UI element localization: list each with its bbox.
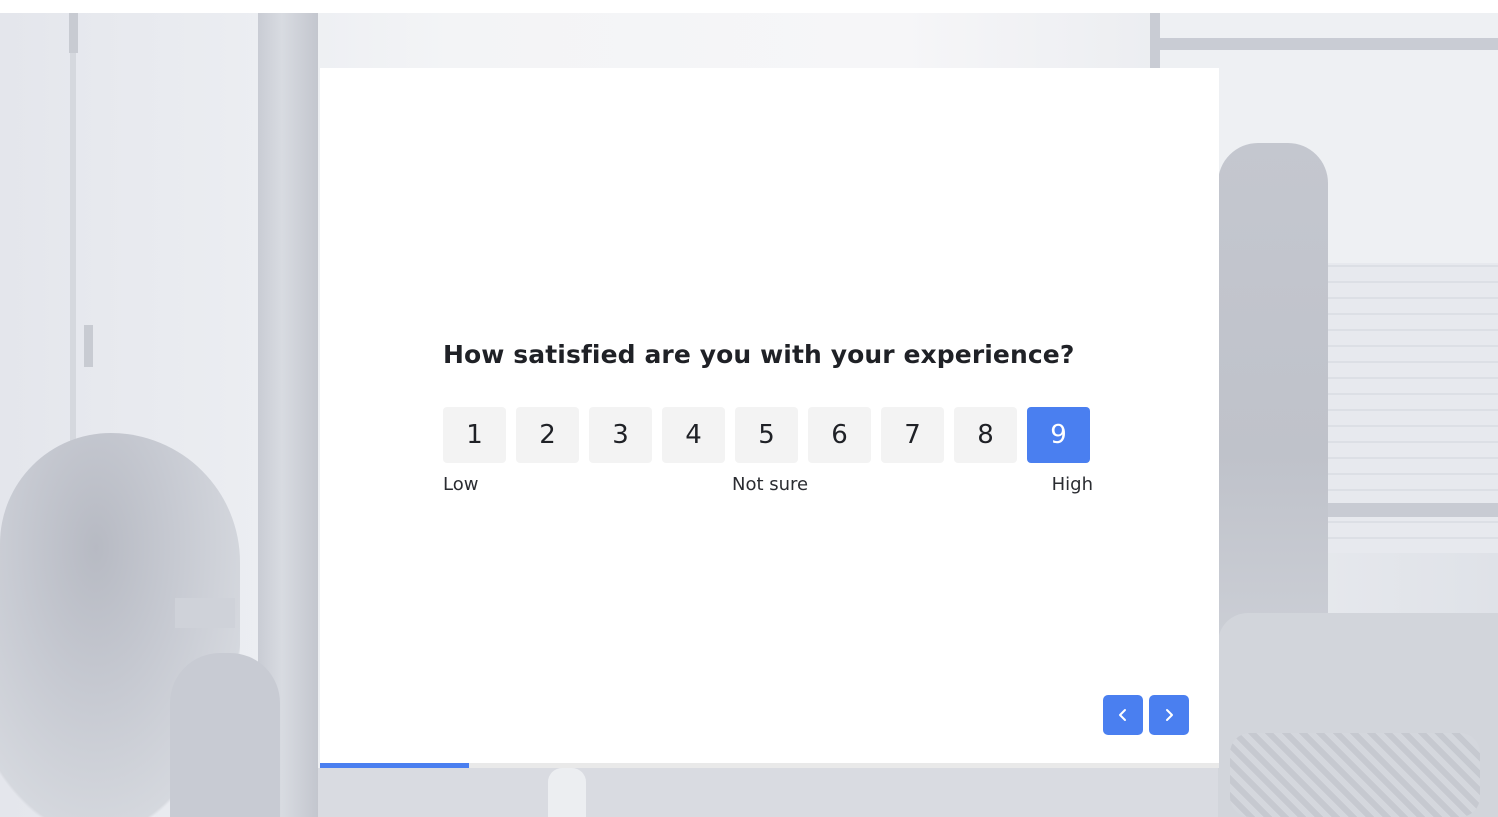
scale-label-mid: Not sure xyxy=(732,474,809,495)
rating-option-5[interactable]: 5 xyxy=(735,407,798,463)
background-bottle xyxy=(548,768,586,817)
background-cushion xyxy=(1230,733,1480,817)
question-title: How satisfied are you with your experien… xyxy=(443,340,1075,369)
previous-button[interactable] xyxy=(1103,695,1143,735)
scale-label-low: Low xyxy=(443,474,479,495)
background-shelf xyxy=(175,598,235,628)
rating-option-4[interactable]: 4 xyxy=(662,407,725,463)
background-hinge xyxy=(84,325,93,367)
rating-option-2[interactable]: 2 xyxy=(516,407,579,463)
next-button[interactable] xyxy=(1149,695,1189,735)
background-person xyxy=(1218,143,1328,663)
background-table xyxy=(318,768,1218,817)
rating-option-6[interactable]: 6 xyxy=(808,407,871,463)
background-chair xyxy=(170,653,280,817)
scale-label-high: High xyxy=(1051,474,1093,495)
rating-option-3[interactable]: 3 xyxy=(589,407,652,463)
rating-option-7[interactable]: 7 xyxy=(881,407,944,463)
rating-option-8[interactable]: 8 xyxy=(954,407,1017,463)
rating-option-9[interactable]: 9 xyxy=(1027,407,1090,463)
survey-card: How satisfied are you with your experien… xyxy=(320,68,1219,768)
rating-scale: 123456789 xyxy=(443,407,1090,463)
chevron-right-icon xyxy=(1166,709,1173,721)
rating-option-1[interactable]: 1 xyxy=(443,407,506,463)
background-hinge xyxy=(69,13,78,53)
chevron-left-icon xyxy=(1119,709,1126,721)
navigation-buttons xyxy=(1103,695,1189,735)
progress-bar xyxy=(320,763,1219,768)
progress-fill xyxy=(320,763,470,768)
background-window-frame xyxy=(1150,38,1498,50)
